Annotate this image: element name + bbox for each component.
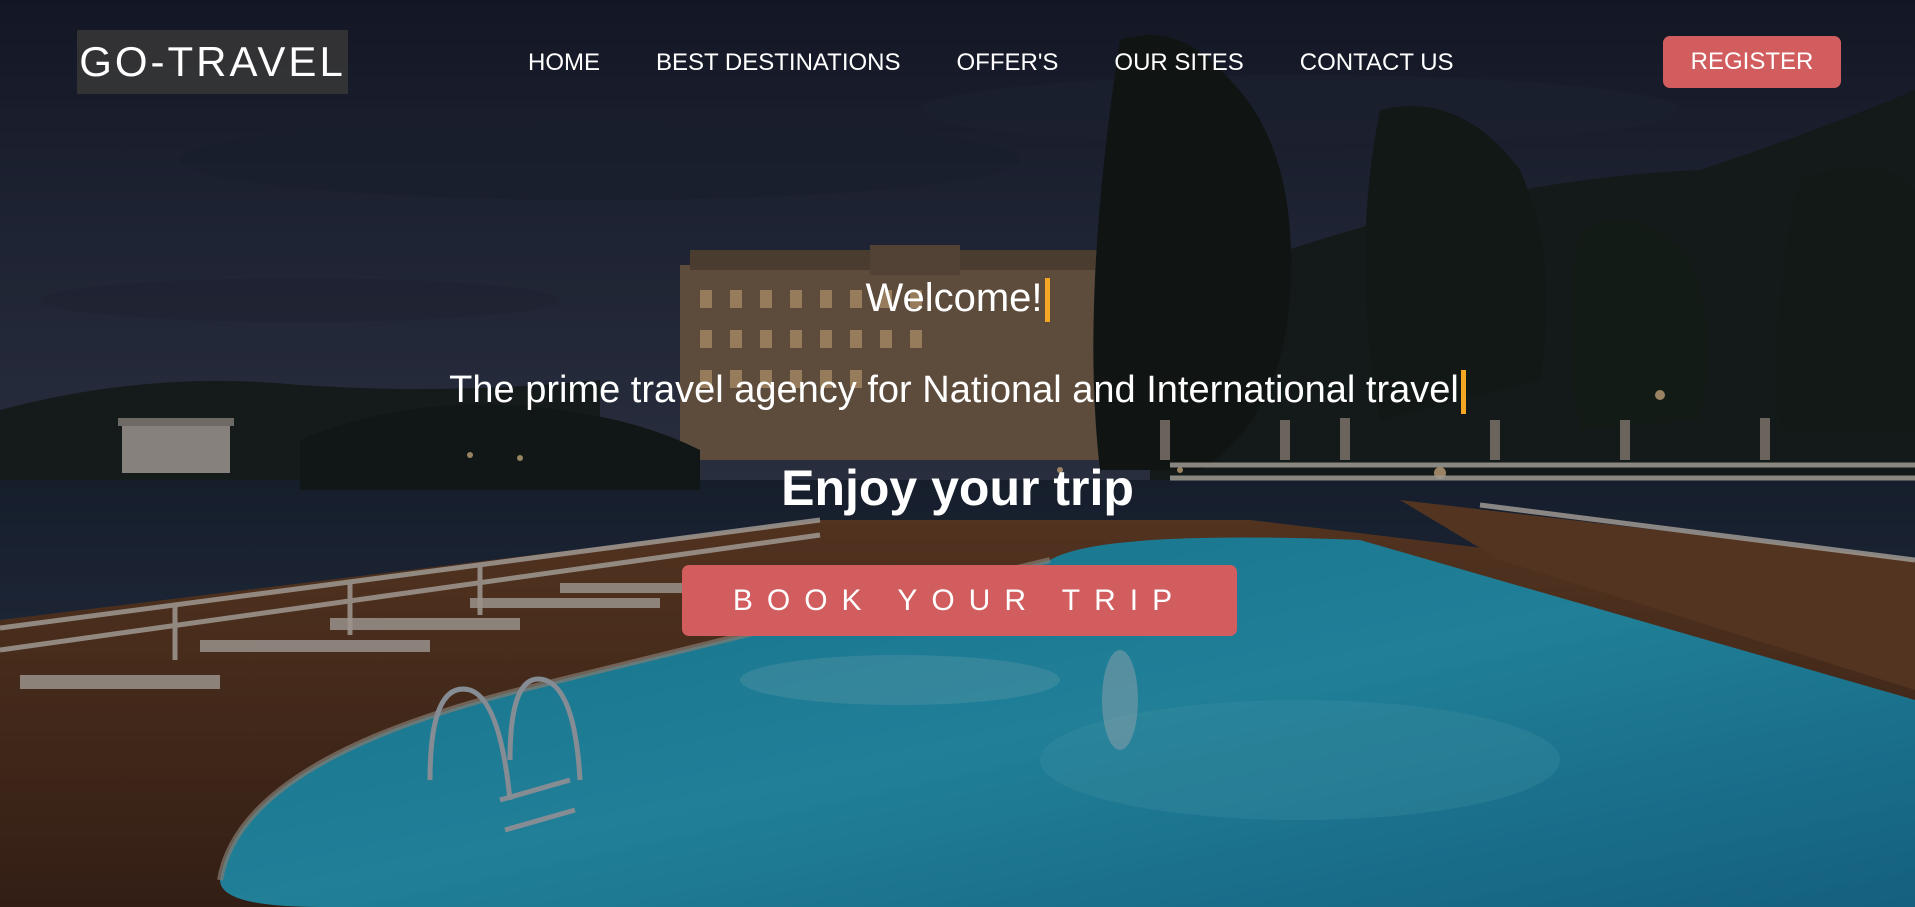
tagline-heading: The prime travel agency for National and… (0, 362, 1915, 418)
hero-headline: Enjoy your trip (781, 460, 1134, 516)
tagline-text: The prime travel agency for National and… (449, 369, 1459, 411)
typing-caret (1044, 278, 1050, 323)
hero-section: GO-TRAVEL HOME BEST DESTINATIONS OFFER'S… (0, 0, 1915, 907)
book-your-trip-button[interactable]: BOOK YOUR TRIP (682, 565, 1237, 636)
welcome-text: Welcome! (865, 276, 1043, 320)
welcome-heading: Welcome! (0, 270, 1915, 326)
typing-caret (1460, 369, 1466, 414)
hero-content: Welcome! The prime travel agency for Nat… (0, 0, 1915, 907)
